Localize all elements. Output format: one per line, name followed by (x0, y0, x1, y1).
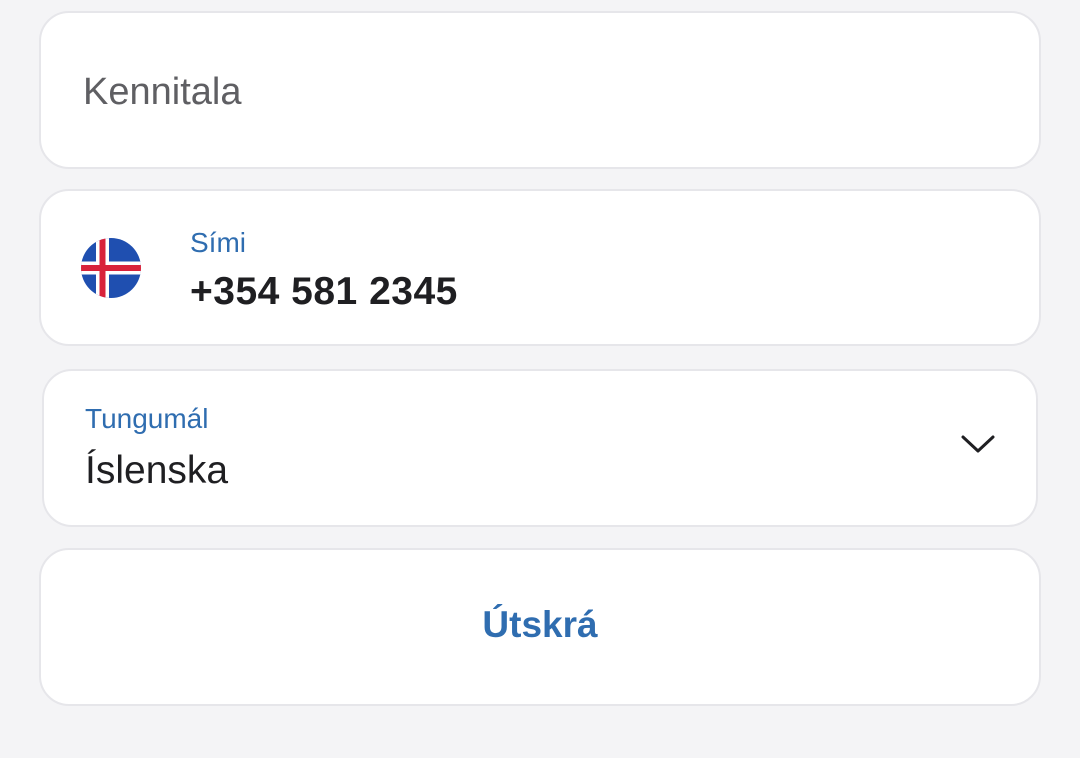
logout-label: Útskrá (482, 604, 598, 645)
kennitala-placeholder: Kennitala (83, 71, 242, 113)
phone-label: Sími (190, 227, 246, 258)
chevron-down-icon (961, 435, 995, 453)
iceland-flag-icon (81, 238, 141, 298)
language-label: Tungumál (85, 403, 209, 434)
phone-value: +354 581 2345 (190, 270, 458, 313)
language-select[interactable]: Tungumál Íslenska (42, 369, 1038, 527)
logout-button[interactable]: Útskrá (39, 548, 1041, 706)
kennitala-field[interactable]: Kennitala (39, 11, 1041, 169)
language-selected-value: Íslenska (85, 449, 229, 492)
phone-field[interactable]: Sími +354 581 2345 (39, 189, 1041, 346)
